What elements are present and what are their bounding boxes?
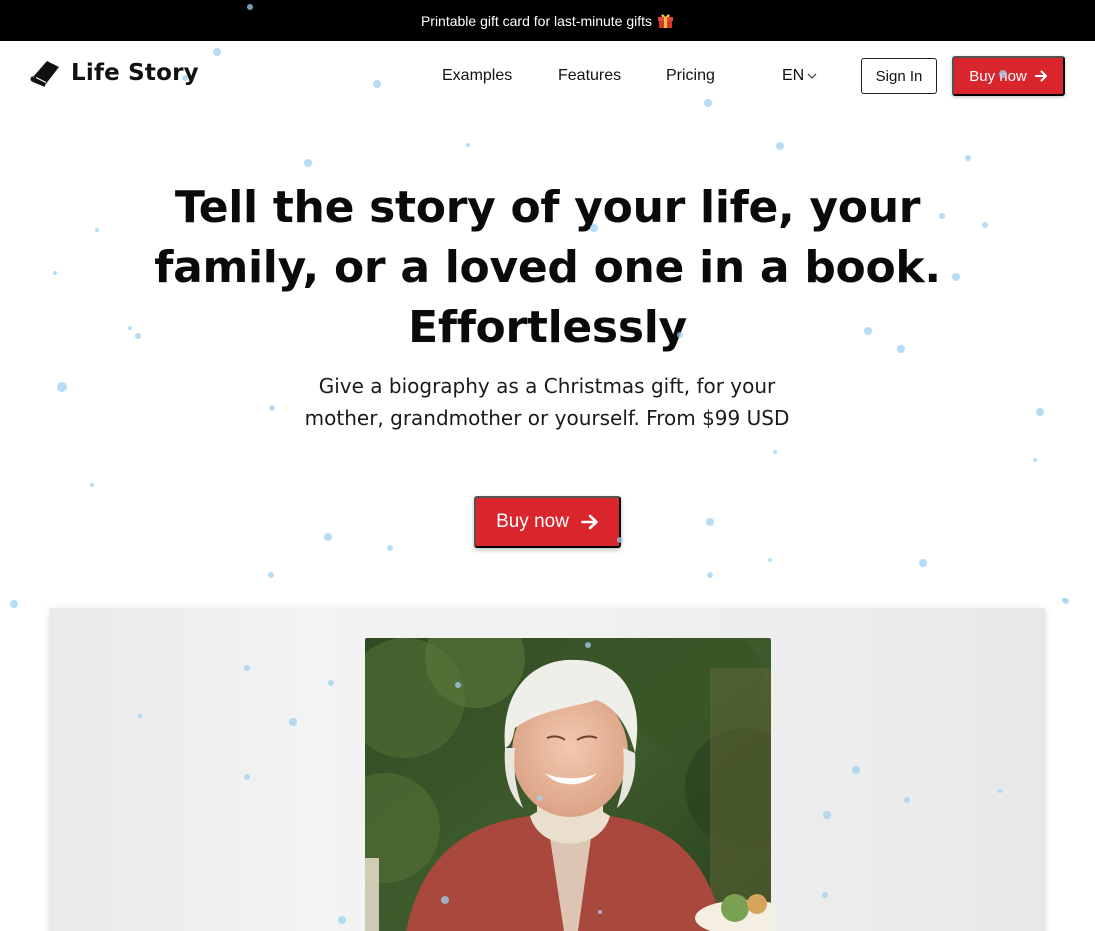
snowflake [768, 558, 772, 562]
snowflake [1063, 598, 1069, 604]
snowflake [53, 271, 57, 275]
brand-name: Life Story [71, 60, 199, 86]
snowflake [776, 142, 784, 150]
chevron-down-icon [807, 73, 817, 79]
hero-buy-now-label: Buy now [496, 511, 569, 532]
snowflake [1033, 458, 1037, 462]
snowflake [387, 545, 393, 551]
snowflake [919, 559, 927, 567]
snowflake [269, 405, 275, 411]
header-buy-now-label: Buy now [969, 67, 1027, 85]
hero-photo [365, 638, 771, 931]
sign-in-button[interactable]: Sign In [861, 58, 937, 94]
book-icon [30, 61, 59, 87]
snowflake [707, 572, 713, 578]
snowflake [965, 155, 971, 161]
promo-banner-text: Printable gift card for last-minute gift… [420, 12, 653, 29]
snowflake [773, 450, 777, 454]
language-selector[interactable]: EN [782, 67, 817, 85]
site-header: Life Story Examples Features Pricing EN … [0, 41, 1095, 113]
snowflake [90, 483, 94, 487]
gift-icon [658, 13, 674, 28]
snowflake [466, 143, 470, 147]
smiling-grandmother-image [365, 638, 771, 931]
hero-subtitle: Give a biography as a Christmas gift, fo… [304, 374, 790, 430]
snowflake [1036, 408, 1044, 416]
snowflake [706, 518, 714, 526]
arrow-right-icon [1034, 70, 1047, 82]
snowflake [268, 572, 274, 578]
nav-link-features[interactable]: Features [558, 67, 648, 85]
hero-title: Tell the story of your life, your family… [154, 182, 941, 353]
snowflake [10, 600, 18, 608]
snowflake [1062, 598, 1066, 602]
showcase-panel [50, 608, 1045, 931]
promo-banner[interactable]: Printable gift card for last-minute gift… [0, 0, 1095, 41]
nav-link-examples[interactable]: Examples [442, 67, 532, 85]
language-label: EN [782, 67, 805, 84]
brand-logo-link[interactable]: Life Story [29, 59, 199, 87]
snowflake [324, 533, 332, 541]
snowflake [95, 228, 99, 232]
snowflake [135, 333, 141, 339]
nav-link-pricing[interactable]: Pricing [666, 67, 746, 85]
snowflake [304, 159, 312, 167]
snowflake [952, 273, 960, 281]
arrow-right-icon [581, 514, 598, 530]
snowflake [57, 382, 67, 392]
hero-buy-now-button[interactable]: Buy now [474, 496, 621, 548]
snowflake [128, 326, 132, 330]
header-buy-now-button[interactable]: Buy now [952, 56, 1065, 96]
snowflake [982, 222, 988, 228]
